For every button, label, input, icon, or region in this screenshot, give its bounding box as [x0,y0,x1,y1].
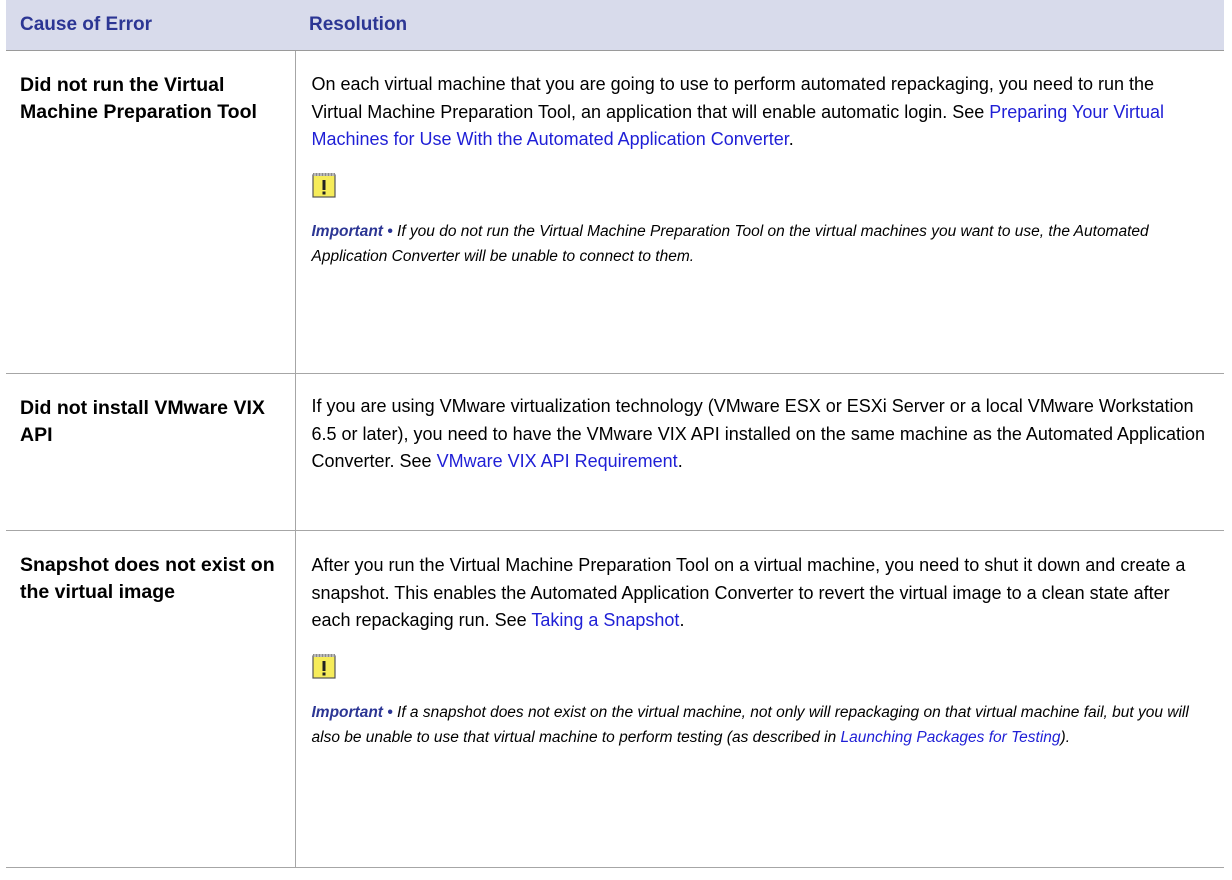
error-resolution-table: Cause of Error Resolution Did not run th… [6,0,1224,868]
table-row: Did not run the Virtual Machine Preparat… [6,50,1224,374]
resolution-cell: On each virtual machine that you are goi… [295,50,1224,374]
table-row: Snapshot does not exist on the virtual i… [6,530,1224,868]
header-resolution: Resolution [295,0,1224,51]
resolution-text-end: . [679,610,685,630]
cause-cell: Did not run the Virtual Machine Preparat… [6,50,296,374]
resolution-text-start: After you run the Virtual Machine Prepar… [311,555,1186,630]
cause-cell: Did not install VMware VIX API [6,373,296,531]
note-body: If you do not run the Virtual Machine Pr… [311,223,1149,265]
resolution-text-end: . [677,451,683,471]
resolution-text: If you are using VMware virtualization t… [312,393,1207,476]
resolution-cell: After you run the Virtual Machine Prepar… [295,530,1224,868]
note-label: Important • [311,223,393,240]
link-vmware-vix-api-requirement[interactable]: VMware VIX API Requirement [437,451,678,471]
important-note: Important • If a snapshot does not exist… [312,701,1207,750]
resolution-text: After you run the Virtual Machine Prepar… [312,552,1207,635]
important-notepad-icon [311,653,336,679]
important-note: Important • If you do not run the Virtua… [312,220,1207,269]
note-label: Important • [311,704,393,721]
table-header-row: Cause of Error Resolution [6,0,1224,51]
header-cause-of-error: Cause of Error [6,0,295,51]
link-taking-a-snapshot[interactable]: Taking a Snapshot [531,610,679,630]
cause-cell: Snapshot does not exist on the virtual i… [6,530,296,868]
resolution-text-end: . [788,129,794,149]
link-launching-packages-for-testing[interactable]: Launching Packages for Testing [841,729,1061,746]
note-body-end: ). [1060,728,1071,746]
table-row: Did not install VMware VIX API If you ar… [6,373,1224,531]
resolution-text: On each virtual machine that you are goi… [312,71,1207,154]
important-notepad-icon [311,172,336,198]
resolution-cell: If you are using VMware virtualization t… [295,373,1224,531]
